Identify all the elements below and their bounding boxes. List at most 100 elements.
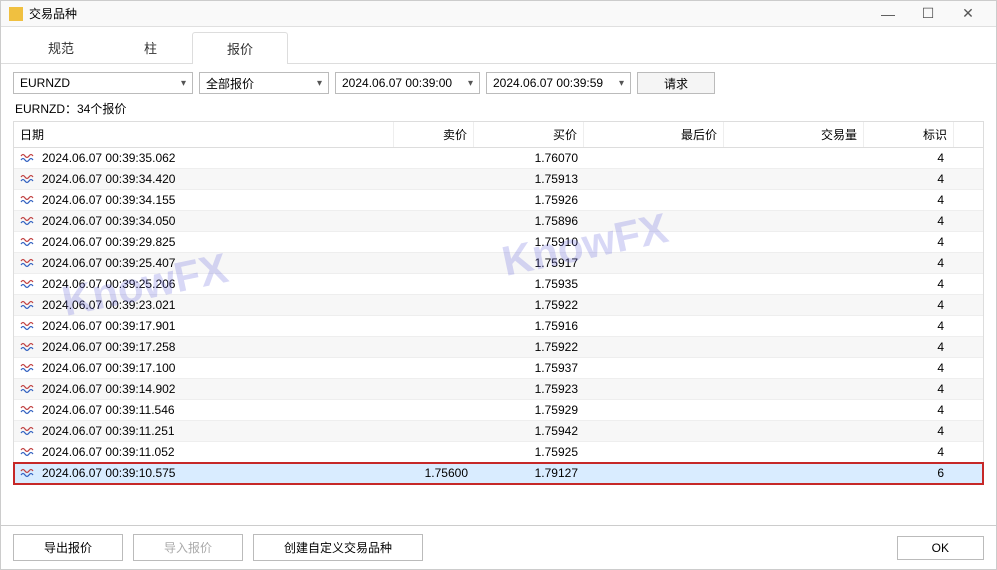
col-flag[interactable]: 标识 — [864, 122, 954, 147]
wave-icon — [20, 278, 36, 290]
datetime-to[interactable]: 2024.06.07 00:39:59 ▾ — [486, 72, 631, 94]
cell-vol — [724, 239, 864, 245]
cell-flag: 4 — [864, 337, 954, 357]
cell-vol — [724, 323, 864, 329]
cell-flag: 4 — [864, 148, 954, 168]
tab-spec[interactable]: 规范 — [13, 31, 109, 63]
maximize-button[interactable]: ☐ — [908, 5, 948, 22]
col-sell[interactable]: 卖价 — [394, 122, 474, 147]
cell-vol — [724, 197, 864, 203]
cell-flag: 4 — [864, 442, 954, 462]
cell-vol — [724, 428, 864, 434]
wave-icon — [20, 299, 36, 311]
app-icon — [9, 7, 23, 21]
table-row[interactable]: 2024.06.07 00:39:17.1001.759374 — [14, 358, 983, 379]
minimize-button[interactable]: — — [868, 6, 908, 22]
cell-buy: 1.75923 — [474, 379, 584, 399]
table-row[interactable]: 2024.06.07 00:39:34.1551.759264 — [14, 190, 983, 211]
cell-sell: 1.75600 — [394, 463, 474, 483]
cell-buy: 1.76070 — [474, 148, 584, 168]
cell-last — [584, 197, 724, 203]
quote-type-select[interactable]: 全部报价 ▾ — [199, 72, 329, 94]
tab-bar-tab[interactable]: 柱 — [109, 31, 192, 63]
cell-buy: 1.75942 — [474, 421, 584, 441]
cell-vol — [724, 155, 864, 161]
cell-buy: 1.75917 — [474, 253, 584, 273]
symbol-value: EURNZD — [20, 76, 70, 90]
cell-last — [584, 470, 724, 476]
datetime-from-value: 2024.06.07 00:39:00 — [342, 76, 452, 90]
cell-date: 2024.06.07 00:39:23.021 — [42, 298, 175, 312]
table-row[interactable]: 2024.06.07 00:39:14.902 1.75923 4 — [14, 379, 983, 400]
create-custom-symbol-button[interactable]: 创建自定义交易品种 — [253, 534, 423, 561]
cell-last — [584, 260, 724, 266]
cell-date: 2024.06.07 00:39:10.575 — [42, 466, 175, 480]
cell-last — [584, 386, 724, 392]
table-row[interactable]: 2024.06.07 00:39:34.4201.759134 — [14, 169, 983, 190]
table-row[interactable]: 2024.06.07 00:39:11.2511.759424 — [14, 421, 983, 442]
cell-sell — [394, 302, 474, 308]
cell-sell — [394, 449, 474, 455]
cell-buy: 1.79127 — [474, 463, 584, 483]
chevron-down-icon: ▾ — [181, 78, 186, 89]
wave-icon — [20, 467, 36, 479]
wave-icon — [20, 320, 36, 332]
chevron-down-icon: ▾ — [619, 78, 624, 89]
cell-date: 2024.06.07 00:39:14.902 — [42, 382, 175, 396]
wave-icon — [20, 152, 36, 164]
cell-sell — [394, 239, 474, 245]
cell-flag: 4 — [864, 211, 954, 231]
cell-buy: 1.75935 — [474, 274, 584, 294]
cell-buy: 1.75922 — [474, 337, 584, 357]
wave-icon — [20, 446, 36, 458]
request-button[interactable]: 请求 — [637, 72, 715, 94]
cell-sell — [394, 386, 474, 392]
cell-date: 2024.06.07 00:39:34.155 — [42, 193, 175, 207]
cell-flag: 4 — [864, 169, 954, 189]
window-title: 交易品种 — [29, 5, 77, 22]
table-row[interactable]: 2024.06.07 00:39:10.5751.756001.791276 — [14, 463, 983, 484]
cell-vol — [724, 176, 864, 182]
cell-vol — [724, 386, 864, 392]
symbol-select[interactable]: EURNZD ▾ — [13, 72, 193, 94]
cell-flag: 4 — [864, 379, 954, 399]
cell-vol — [724, 281, 864, 287]
export-quotes-button[interactable]: 导出报价 — [13, 534, 123, 561]
table-row[interactable]: 2024.06.07 00:39:34.0501.758964 — [14, 211, 983, 232]
cell-sell — [394, 218, 474, 224]
cell-flag: 4 — [864, 232, 954, 252]
col-last[interactable]: 最后价 — [584, 122, 724, 147]
close-button[interactable]: ✕ — [948, 5, 988, 22]
table-row[interactable]: 2024.06.07 00:39:17.258 1.75922 4 — [14, 337, 983, 358]
wave-icon — [20, 236, 36, 248]
table-row[interactable]: 2024.06.07 00:39:25.4071.759174 — [14, 253, 983, 274]
col-date[interactable]: 日期 — [14, 122, 394, 147]
cell-date: 2024.06.07 00:39:17.258 — [42, 340, 175, 354]
ok-button[interactable]: OK — [897, 536, 984, 560]
chevron-down-icon: ▾ — [468, 78, 473, 89]
table-row[interactable]: 2024.06.07 00:39:23.0211.759224 — [14, 295, 983, 316]
col-vol[interactable]: 交易量 — [724, 122, 864, 147]
datetime-from[interactable]: 2024.06.07 00:39:00 ▾ — [335, 72, 480, 94]
table-row[interactable]: 2024.06.07 00:39:17.9011.759164 — [14, 316, 983, 337]
tab-quote[interactable]: 报价 — [192, 32, 288, 64]
wave-icon — [20, 383, 36, 395]
cell-last — [584, 302, 724, 308]
cell-buy: 1.75913 — [474, 169, 584, 189]
table-row[interactable]: 2024.06.07 00:39:11.5461.759294 — [14, 400, 983, 421]
table-row[interactable]: 2024.06.07 00:39:25.2061.759354 — [14, 274, 983, 295]
cell-last — [584, 155, 724, 161]
cell-buy: 1.75929 — [474, 400, 584, 420]
wave-icon — [20, 362, 36, 374]
table-row[interactable]: 2024.06.07 00:39:29.8251.759104 — [14, 232, 983, 253]
cell-sell — [394, 365, 474, 371]
cell-flag: 4 — [864, 400, 954, 420]
cell-last — [584, 449, 724, 455]
cell-buy: 1.75916 — [474, 316, 584, 336]
col-buy[interactable]: 买价 — [474, 122, 584, 147]
cell-buy: 1.75896 — [474, 211, 584, 231]
cell-date: 2024.06.07 00:39:35.062 — [42, 151, 175, 165]
table-row[interactable]: 2024.06.07 00:39:11.0521.759254 — [14, 442, 983, 463]
table-row[interactable]: 2024.06.07 00:39:35.062 1.76070 4 — [14, 148, 983, 169]
cell-sell — [394, 260, 474, 266]
